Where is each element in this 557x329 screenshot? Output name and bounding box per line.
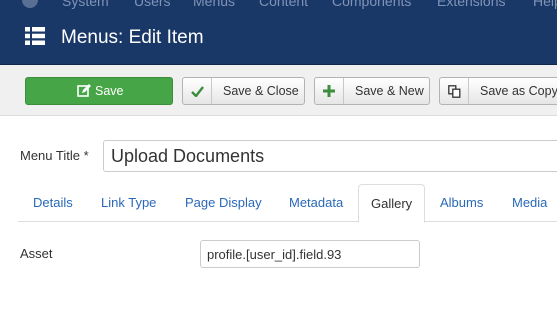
save-label: Save <box>95 84 124 98</box>
menu-system[interactable]: System <box>62 0 109 9</box>
tab-label: Media <box>512 195 548 210</box>
menu-title-input[interactable] <box>103 140 557 172</box>
copy-icon <box>440 78 469 104</box>
tab-label: Albums <box>440 195 484 210</box>
tab-label: Details <box>33 195 73 210</box>
plus-icon <box>315 78 344 104</box>
menu-components[interactable]: Components <box>332 0 411 9</box>
save-close-label: Save & Close <box>223 84 299 98</box>
check-icon <box>183 78 212 104</box>
tab-label: Metadata <box>289 195 344 210</box>
menu-extensions[interactable]: Extensions <box>437 0 505 9</box>
save-close-button[interactable]: Save & Close <box>182 77 305 105</box>
tab-label: Link Type <box>101 195 157 210</box>
asset-field[interactable] <box>200 240 420 268</box>
admin-menu-bar: System Users Menus Content Components Ex… <box>0 0 557 12</box>
tab-metadata[interactable]: Metadata <box>274 184 358 222</box>
toolbar: Save Save & Close Save & New Save as Cop… <box>0 65 557 116</box>
page-header: Menus: Edit Item <box>0 12 557 65</box>
save-new-button[interactable]: Save & New <box>314 77 430 105</box>
menu-help[interactable]: Help <box>533 0 557 9</box>
asset-label: Asset <box>20 246 53 261</box>
menu-title-label: Menu Title * <box>20 148 89 163</box>
menu-users[interactable]: Users <box>134 0 171 9</box>
save-copy-button[interactable]: Save as Copy <box>439 77 557 105</box>
menu-menus[interactable]: Menus <box>193 0 235 9</box>
tab-label: Page Display <box>185 195 262 210</box>
menu-content[interactable]: Content <box>259 0 308 9</box>
joomla-logo-icon[interactable] <box>22 0 38 8</box>
tab-albums[interactable]: Albums <box>425 184 498 222</box>
tab-media[interactable]: Media <box>497 184 557 222</box>
page-title: Menus: Edit Item <box>61 27 204 48</box>
tab-details[interactable]: Details <box>18 184 88 222</box>
save-copy-label: Save as Copy <box>480 84 557 98</box>
tab-link-type[interactable]: Link Type <box>86 184 171 222</box>
edit-icon <box>76 78 92 104</box>
list-icon <box>25 27 45 45</box>
tab-gallery[interactable]: Gallery <box>358 184 425 223</box>
tab-label: Gallery <box>371 196 413 211</box>
save-button[interactable]: Save <box>25 77 173 105</box>
tab-bar: Details Link Type Page Display Metadata … <box>18 184 557 223</box>
save-new-label: Save & New <box>355 84 424 98</box>
tab-page-display[interactable]: Page Display <box>170 184 277 222</box>
